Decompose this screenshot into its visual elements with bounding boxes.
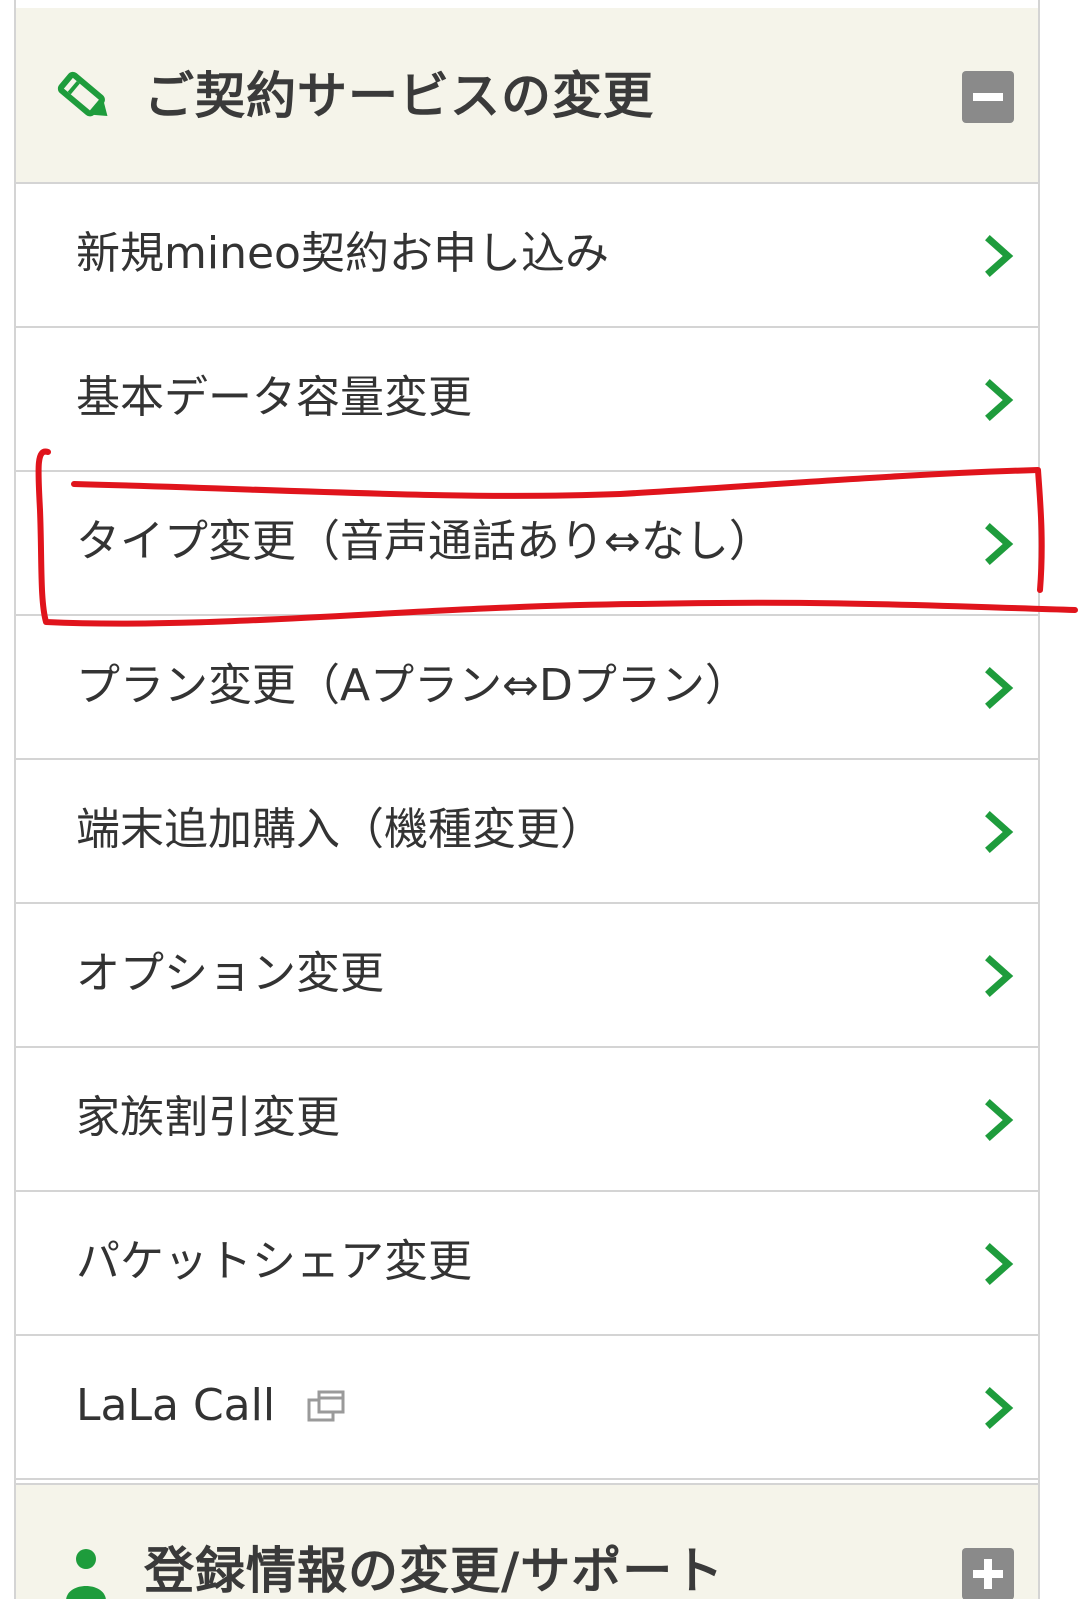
section-header-contract-services[interactable]: ご契約サービスの変更 [16, 8, 1038, 184]
chevron-right-icon [985, 235, 1014, 277]
menu-item-device-purchase[interactable]: 端末追加購入（機種変更） [16, 760, 1038, 904]
menu-item-label: 基本データ容量変更 [76, 372, 472, 423]
menu-item-label: 端末追加購入（機種変更） [76, 804, 604, 855]
minus-icon [973, 93, 1003, 101]
accordion-panel: ご契約サービスの変更 新規mineo契約お申し込み 基本データ容量変更 タイプ変… [14, 0, 1040, 1599]
chevron-right-icon [985, 1387, 1014, 1429]
person-icon [66, 1549, 106, 1599]
menu-item-type-change[interactable]: タイプ変更（音声通話あり⇔なし） [16, 472, 1038, 616]
menu-item-packet-share[interactable]: パケットシェア変更 [16, 1192, 1038, 1336]
chevron-right-icon [985, 811, 1014, 853]
menu-item-label: タイプ変更（音声通話あり⇔なし） [76, 516, 773, 567]
menu-item-data-capacity[interactable]: 基本データ容量変更 [16, 328, 1038, 472]
chevron-right-icon [985, 523, 1014, 565]
menu-item-label: 新規mineo契約お申し込み [76, 228, 609, 279]
expand-button[interactable] [962, 1548, 1014, 1599]
chevron-right-icon [985, 1099, 1014, 1141]
chevron-right-icon [985, 379, 1014, 421]
chevron-right-icon [985, 955, 1014, 997]
menu-item-label: パケットシェア変更 [76, 1236, 472, 1287]
menu-item-label: 家族割引変更 [76, 1092, 340, 1143]
collapse-button[interactable] [962, 71, 1014, 123]
menu-item-new-contract[interactable]: 新規mineo契約お申し込み [16, 184, 1038, 328]
pencil-icon [57, 71, 108, 117]
menu-item-label-wrap: LaLa Call [76, 1376, 349, 1436]
section-title: 登録情報の変更/サポート [144, 1542, 725, 1599]
menu-item-option-change[interactable]: オプション変更 [16, 904, 1038, 1048]
section-header-registration-support[interactable]: 登録情報の変更/サポート [16, 1483, 1038, 1599]
menu-item-plan-change[interactable]: プラン変更（Aプラン⇔Dプラン） [16, 616, 1038, 760]
menu-item-label: LaLa Call [76, 1380, 276, 1431]
menu-item-family-discount[interactable]: 家族割引変更 [16, 1048, 1038, 1192]
menu-item-lala-call[interactable]: LaLa Call [16, 1336, 1038, 1480]
chevron-right-icon [985, 667, 1014, 709]
section-title: ご契約サービスの変更 [144, 67, 654, 125]
chevron-right-icon [985, 1243, 1014, 1285]
plus-icon-v [984, 1559, 992, 1589]
page: ご契約サービスの変更 新規mineo契約お申し込み 基本データ容量変更 タイプ変… [0, 0, 1079, 1599]
contract-service-menu: 新規mineo契約お申し込み 基本データ容量変更 タイプ変更（音声通話あり⇔なし… [16, 184, 1038, 1480]
external-window-icon [307, 1390, 345, 1422]
menu-item-label: プラン変更（Aプラン⇔Dプラン） [76, 660, 749, 711]
menu-item-label: オプション変更 [76, 948, 384, 999]
